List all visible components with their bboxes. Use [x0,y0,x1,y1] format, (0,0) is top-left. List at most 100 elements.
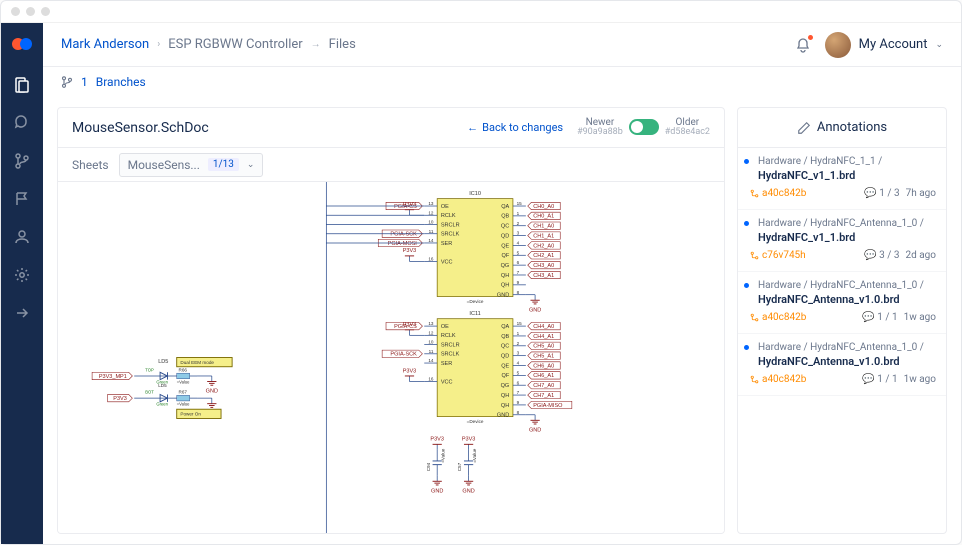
svg-text:CH4_A1: CH4_A1 [533,334,554,340]
annotation-path: Hardware / HydraNFC_1_1 / [748,156,936,167]
svg-text:QA: QA [501,204,509,210]
svg-text:5: 5 [517,250,520,255]
svg-text:SER: SER [441,361,452,367]
svg-text:PGIA-MOSI: PGIA-MOSI [388,241,418,247]
svg-text:=Value: =Value [472,448,477,463]
svg-text:=Value: =Value [177,402,190,407]
svg-text:CH0_A0: CH0_A0 [533,204,554,210]
breadcrumb-project[interactable]: ESP RGBWW Controller [168,37,302,52]
annotation-item[interactable]: Hardware / HydraNFC_Antenna_1_0 /HydraNF… [738,210,946,272]
svg-text:QH: QH [501,283,509,289]
svg-text:8: 8 [517,290,520,295]
notifications-button[interactable] [795,37,811,53]
svg-text:5: 5 [517,370,520,375]
svg-text:OE: OE [441,204,449,210]
account-menu[interactable]: My Account ⌄ [825,32,943,58]
svg-text:4: 4 [517,241,520,246]
chat-icon[interactable] [14,115,30,131]
user-icon[interactable] [14,229,30,245]
svg-text:11: 11 [429,349,434,354]
svg-text:12: 12 [428,330,434,335]
branches-bar[interactable]: 1 Branches [43,67,961,97]
files-icon[interactable] [14,77,30,93]
svg-text:P3V3: P3V3 [113,396,127,402]
breadcrumb: Mark Anderson › ESP RGBWW Controller → F… [61,37,356,52]
breadcrumb-section: Files [329,37,356,52]
svg-text:P3V3: P3V3 [403,322,417,328]
svg-text:1: 1 [517,211,520,216]
svg-text:CH6_A0: CH6_A0 [533,363,554,369]
svg-text:P3V3: P3V3 [403,202,417,208]
annotation-hash[interactable]: c76v745h [750,250,806,261]
diff-toggle[interactable] [629,119,659,135]
svg-text:16: 16 [428,377,434,382]
sheet-selector[interactable]: MouseSens... 1/13 ⌄ [119,153,264,177]
svg-text:PGIA-SCK: PGIA-SCK [390,232,417,238]
svg-text:6: 6 [517,260,520,265]
svg-text:13: 13 [428,201,434,206]
branch-icon[interactable] [14,153,30,169]
svg-text:2: 2 [517,221,520,226]
breadcrumb-user[interactable]: Mark Anderson [61,37,149,52]
arrow-left-icon: ← [467,121,478,134]
svg-text:QE: QE [501,363,509,369]
status-dot [744,283,749,288]
svg-text:IC11: IC11 [469,311,480,317]
arrow-right-icon[interactable] [14,305,30,321]
chevron-down-icon: ⌄ [935,40,943,50]
titlebar [1,1,961,23]
chevron-down-icon: ⌄ [247,160,255,170]
svg-text:PGIA-SCK: PGIA-SCK [390,352,417,358]
svg-text:QD: QD [501,233,509,239]
app-sidebar [1,23,43,544]
notification-badge [808,35,813,40]
svg-text:CH5_A0: CH5_A0 [533,344,554,350]
svg-text:9: 9 [517,280,520,285]
svg-text:=Value: =Value [177,379,190,384]
sheet-name: MouseSens... [128,158,200,172]
window-dot [11,7,20,16]
svg-text:P3V3_MP1: P3V3_MP1 [99,374,127,380]
header: Mark Anderson › ESP RGBWW Controller → F… [43,23,961,67]
svg-text:VCC: VCC [441,379,453,385]
svg-text:Power On: Power On [180,412,201,417]
back-to-changes-link[interactable]: ← Back to changes [467,121,563,134]
annotation-count: 💬 1 / 1 [862,374,897,385]
svg-text:GND: GND [431,488,443,494]
gear-icon[interactable] [14,267,30,283]
svg-text:14: 14 [428,358,434,363]
annotation-hash[interactable]: a40c842b [750,312,806,323]
annotation-time: 2d ago [906,250,937,261]
annotation-count: 💬 1 / 3 [864,188,899,199]
annotation-time: 7h ago [906,188,936,199]
flag-icon[interactable] [14,191,30,207]
edit-icon [797,121,811,135]
annotation-count: 💬 3 / 3 [864,250,899,261]
annotation-hash[interactable]: a40c842b [750,374,806,385]
svg-text:SRCLR: SRCLR [441,342,460,348]
annotation-item[interactable]: Hardware / HydraNFC_Antenna_1_0 /HydraNF… [738,272,946,334]
svg-text:7: 7 [517,390,520,395]
status-dot [744,221,749,226]
newer-hash: #90a9a88b [577,128,623,138]
svg-text:P3V3: P3V3 [462,437,476,443]
svg-text:PGIA-MISO: PGIA-MISO [533,403,563,409]
annotation-hash[interactable]: a40c842b [750,188,806,199]
annotation-file: HydraNFC_Antenna_v1.0.brd [748,355,936,368]
svg-text:RCLK: RCLK [441,333,456,339]
annotation-item[interactable]: Hardware / HydraNFC_1_1 / HydraNFC_v1_1.b… [738,148,946,210]
svg-text:14: 14 [428,238,434,243]
annotation-file: HydraNFC_v1_1.brd [748,169,936,182]
arrow-right-icon: → [311,39,321,50]
app-logo[interactable] [11,33,33,55]
annotation-item[interactable]: Hardware / HydraNFC_Antenna_1_0 / HydraNF… [738,334,946,396]
svg-text:GND: GND [529,427,541,433]
document-title: MouseSensor.SchDoc [72,120,209,136]
annotation-path: Hardware / HydraNFC_Antenna_1_0 / [748,342,936,353]
svg-text:GND: GND [206,389,218,395]
schematic-canvas[interactable]: IC10OE13RCLK12SRCLR10SRCLK11SER14VCC16QA… [58,182,724,533]
annotation-time: 1w ago [904,374,936,385]
window-dot [41,7,50,16]
svg-text:BOT: BOT [145,390,154,395]
svg-text:QB: QB [501,214,509,220]
